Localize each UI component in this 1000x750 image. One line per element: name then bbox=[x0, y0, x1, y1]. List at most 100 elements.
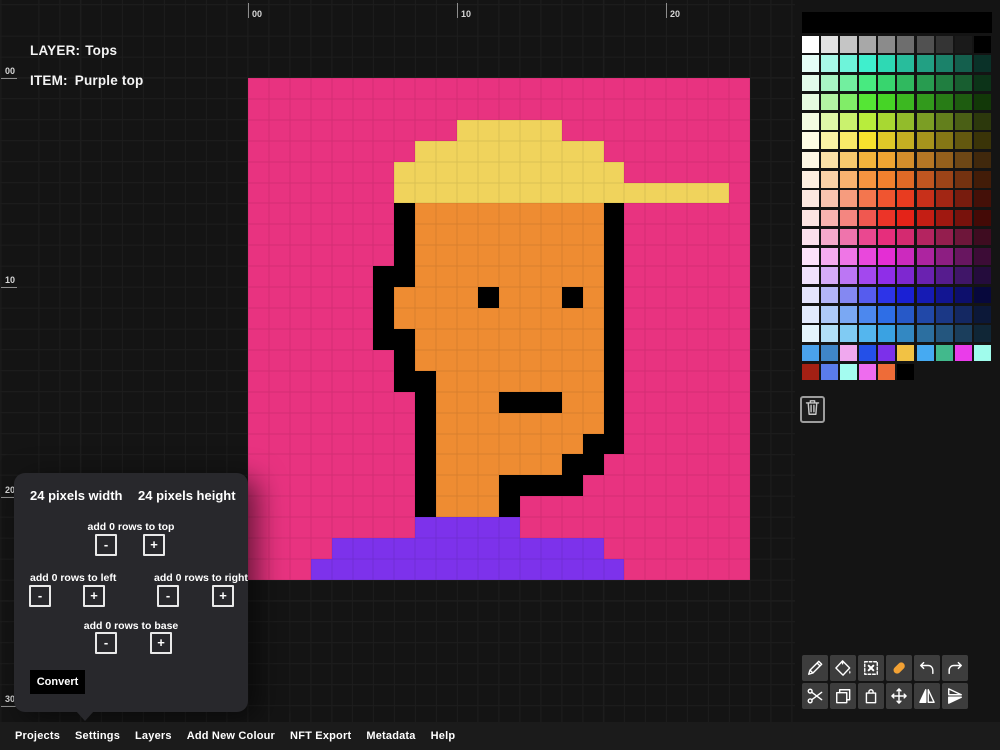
pixel-cell[interactable] bbox=[561, 182, 583, 204]
pixel-cell[interactable] bbox=[415, 140, 437, 162]
pixel-cell[interactable] bbox=[331, 559, 353, 580]
pixel-cell[interactable] bbox=[457, 475, 479, 497]
pixel-cell[interactable] bbox=[373, 475, 395, 497]
palette-swatch[interactable] bbox=[821, 190, 839, 207]
pixel-cell[interactable] bbox=[289, 391, 311, 413]
pixel-cell[interactable] bbox=[624, 370, 646, 392]
pixel-cell[interactable] bbox=[310, 78, 332, 99]
pixel-cell[interactable] bbox=[373, 328, 395, 350]
pixel-cell[interactable] bbox=[624, 308, 646, 329]
pixel-cell[interactable] bbox=[268, 224, 290, 246]
pixel-cell[interactable] bbox=[373, 224, 395, 246]
pixel-cell[interactable] bbox=[373, 349, 395, 371]
pixel-cell[interactable] bbox=[561, 496, 583, 518]
pixel-cell[interactable] bbox=[478, 203, 499, 225]
pixel-cell[interactable] bbox=[310, 433, 332, 455]
pixel-cell[interactable] bbox=[457, 308, 479, 329]
palette-swatch[interactable] bbox=[878, 36, 896, 53]
palette-swatch[interactable] bbox=[916, 190, 934, 207]
pixel-cell[interactable] bbox=[645, 328, 667, 350]
pixel-cell[interactable] bbox=[457, 433, 479, 455]
pixel-cell[interactable] bbox=[561, 266, 583, 288]
palette-swatch[interactable] bbox=[840, 209, 858, 227]
pixel-cell[interactable] bbox=[289, 433, 311, 455]
palette-swatch[interactable] bbox=[802, 248, 819, 265]
pixel-cell[interactable] bbox=[603, 182, 625, 204]
pixel-cell[interactable] bbox=[289, 98, 311, 120]
pixel-cell[interactable] bbox=[352, 182, 374, 204]
pixel-cell[interactable] bbox=[331, 203, 353, 225]
pixel-cell[interactable] bbox=[498, 412, 520, 434]
pixel-cell[interactable] bbox=[540, 370, 562, 392]
pixel-cell[interactable] bbox=[666, 98, 688, 120]
palette-swatch[interactable] bbox=[840, 74, 858, 92]
palette-swatch[interactable] bbox=[935, 93, 953, 111]
pixel-cell[interactable] bbox=[478, 140, 499, 162]
pixel-cell[interactable] bbox=[561, 245, 583, 267]
pixel-cell[interactable] bbox=[310, 266, 332, 288]
pixel-cell[interactable] bbox=[310, 370, 332, 392]
pixel-cell[interactable] bbox=[248, 78, 269, 99]
palette-swatch[interactable] bbox=[935, 325, 953, 342]
pixel-cell[interactable] bbox=[519, 245, 541, 267]
palette-swatch[interactable] bbox=[897, 305, 915, 323]
palette-swatch[interactable] bbox=[954, 170, 972, 188]
palette-swatch[interactable] bbox=[840, 344, 858, 362]
pixel-cell[interactable] bbox=[498, 98, 520, 120]
palette-swatch[interactable] bbox=[916, 151, 934, 169]
flip-vertical-tool-button[interactable] bbox=[942, 683, 968, 709]
pixel-cell[interactable] bbox=[310, 475, 332, 497]
pixel-cell[interactable] bbox=[248, 161, 269, 183]
pixel-cell[interactable] bbox=[373, 287, 395, 309]
rows-left-plus-button[interactable]: + bbox=[83, 585, 105, 607]
palette-swatch[interactable] bbox=[897, 190, 915, 207]
pixel-cell[interactable] bbox=[289, 119, 311, 141]
pixel-cell[interactable] bbox=[373, 140, 395, 162]
palette-swatch[interactable] bbox=[973, 36, 991, 53]
pixel-cell[interactable] bbox=[561, 328, 583, 350]
palette-swatch[interactable] bbox=[878, 267, 896, 284]
pixel-cell[interactable] bbox=[519, 391, 541, 413]
palette-swatch[interactable] bbox=[897, 74, 915, 92]
pixel-cell[interactable] bbox=[394, 349, 416, 371]
pixel-cell[interactable] bbox=[457, 454, 479, 476]
pixel-cell[interactable] bbox=[561, 140, 583, 162]
pixel-cell[interactable] bbox=[415, 182, 437, 204]
pixel-cell[interactable] bbox=[352, 538, 374, 560]
palette-swatch[interactable] bbox=[935, 74, 953, 92]
pixel-cell[interactable] bbox=[582, 78, 604, 99]
pixel-cell[interactable] bbox=[331, 349, 353, 371]
pixel-cell[interactable] bbox=[248, 454, 269, 476]
pixel-cell[interactable] bbox=[268, 454, 290, 476]
pixel-cell[interactable] bbox=[603, 349, 625, 371]
pixel-cell[interactable] bbox=[289, 245, 311, 267]
pixel-cell[interactable] bbox=[624, 496, 646, 518]
pixel-cell[interactable] bbox=[394, 308, 416, 329]
pixel-cell[interactable] bbox=[498, 287, 520, 309]
pixel-cell[interactable] bbox=[289, 538, 311, 560]
pixel-cell[interactable] bbox=[603, 496, 625, 518]
palette-swatch[interactable] bbox=[821, 286, 839, 304]
palette-swatch[interactable] bbox=[859, 190, 877, 207]
pixel-cell[interactable] bbox=[498, 119, 520, 141]
palette-swatch[interactable] bbox=[973, 267, 991, 284]
palette-swatch[interactable] bbox=[802, 132, 819, 149]
pixel-cell[interactable] bbox=[478, 517, 499, 539]
pixel-cell[interactable] bbox=[666, 349, 688, 371]
menu-item-nft-export[interactable]: NFT Export bbox=[290, 730, 351, 742]
palette-swatch[interactable] bbox=[973, 132, 991, 149]
palette-swatch[interactable] bbox=[973, 305, 991, 323]
palette-swatch[interactable] bbox=[840, 132, 858, 149]
pixel-cell[interactable] bbox=[582, 98, 604, 120]
pixel-cell[interactable] bbox=[331, 517, 353, 539]
palette-swatch[interactable] bbox=[821, 113, 839, 130]
paste-tool-button[interactable] bbox=[858, 683, 884, 709]
pixel-cell[interactable] bbox=[436, 454, 458, 476]
pixel-cell[interactable] bbox=[478, 182, 499, 204]
menu-item-metadata[interactable]: Metadata bbox=[366, 730, 415, 742]
pixel-cell[interactable] bbox=[310, 161, 332, 183]
pixel-cell[interactable] bbox=[478, 349, 499, 371]
pixel-cell[interactable] bbox=[478, 559, 499, 580]
pixel-cell[interactable] bbox=[645, 287, 667, 309]
pixel-cell[interactable] bbox=[666, 412, 688, 434]
